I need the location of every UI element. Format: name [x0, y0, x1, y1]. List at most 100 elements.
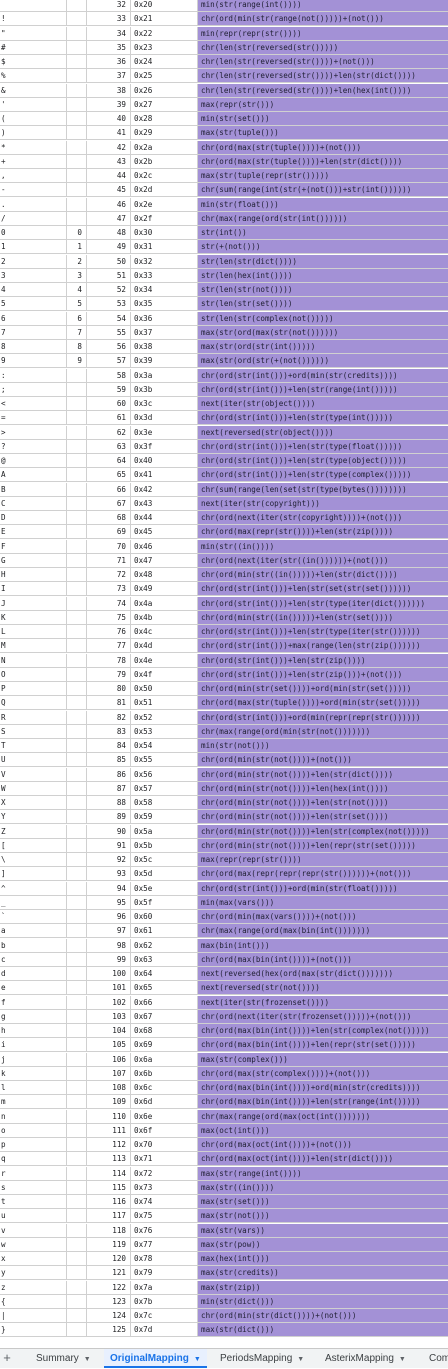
char-cell[interactable]: o — [0, 1124, 67, 1137]
expression-cell[interactable]: next(reversed(hex(ord(max(str(dict()))))… — [198, 967, 448, 980]
char-cell[interactable]: ; — [0, 383, 67, 396]
char-cell[interactable]: p — [0, 1138, 67, 1151]
char-cell[interactable]: q — [0, 1152, 67, 1165]
decimal-cell[interactable]: 61 — [87, 411, 131, 424]
char-cell[interactable]: j — [0, 1053, 67, 1066]
hex-cell[interactable]: 0x38 — [131, 340, 198, 353]
hex-cell[interactable]: 0x63 — [131, 953, 198, 966]
decimal-cell[interactable]: 75 — [87, 611, 131, 624]
hex-cell[interactable]: 0x5b — [131, 839, 198, 852]
char-cell[interactable]: C — [0, 497, 67, 510]
char-cell[interactable]: & — [0, 84, 67, 97]
expression-cell[interactable]: max(str(ord(str(int())))) — [198, 340, 448, 353]
digit-cell[interactable] — [67, 426, 87, 439]
expression-cell[interactable]: next(iter(str(object()))) — [198, 397, 448, 410]
digit-cell[interactable] — [67, 183, 87, 196]
hex-cell[interactable]: 0x3c — [131, 397, 198, 410]
expression-cell[interactable]: max(str(tuple())) — [198, 126, 448, 139]
tab-periodsmapping[interactable]: PeriodsMapping ▼ — [220, 1349, 304, 1368]
expression-cell[interactable]: min(str(not())) — [198, 739, 448, 752]
digit-cell[interactable] — [67, 725, 87, 738]
hex-cell[interactable]: 0x23 — [131, 41, 198, 54]
expression-cell[interactable]: str(int()) — [198, 226, 448, 239]
digit-cell[interactable] — [67, 782, 87, 795]
char-cell[interactable]: ! — [0, 12, 67, 25]
char-cell[interactable]: 7 — [0, 326, 67, 339]
hex-cell[interactable]: 0x2f — [131, 212, 198, 225]
hex-cell[interactable]: 0x58 — [131, 796, 198, 809]
hex-cell[interactable]: 0x77 — [131, 1238, 198, 1251]
expression-cell[interactable]: chr(ord(str(int()))+len(str(zip()))) — [198, 654, 448, 667]
expression-cell[interactable]: max(bin(int())) — [198, 939, 448, 952]
digit-cell[interactable] — [67, 27, 87, 40]
hex-cell[interactable]: 0x57 — [131, 782, 198, 795]
digit-cell[interactable] — [67, 981, 87, 994]
hex-cell[interactable]: 0x5a — [131, 825, 198, 838]
expression-cell[interactable]: chr(ord(str(int()))+len(str(type(float()… — [198, 440, 448, 453]
hex-cell[interactable]: 0x7c — [131, 1309, 198, 1322]
digit-cell[interactable] — [67, 568, 87, 581]
expression-cell[interactable]: max(str(tuple(repr(str())))) — [198, 169, 448, 182]
digit-cell[interactable] — [67, 924, 87, 937]
decimal-cell[interactable]: 50 — [87, 255, 131, 268]
char-cell[interactable]: J — [0, 597, 67, 610]
spreadsheet-grid[interactable]: 32 0x20 min(str(range(int())))! 33 0x21 chr(o… — [0, 0, 448, 1348]
digit-cell[interactable] — [67, 839, 87, 852]
digit-cell[interactable] — [67, 1067, 87, 1080]
decimal-cell[interactable]: 120 — [87, 1252, 131, 1265]
digit-cell[interactable] — [67, 1024, 87, 1037]
hex-cell[interactable]: 0x62 — [131, 939, 198, 952]
digit-cell[interactable] — [67, 383, 87, 396]
digit-cell[interactable]: 8 — [67, 340, 87, 353]
hex-cell[interactable]: 0x24 — [131, 55, 198, 68]
expression-cell[interactable]: min(str((in()))) — [198, 540, 448, 553]
digit-cell[interactable]: 9 — [67, 354, 87, 367]
hex-cell[interactable]: 0x5f — [131, 896, 198, 909]
hex-cell[interactable]: 0x34 — [131, 283, 198, 296]
hex-cell[interactable]: 0x78 — [131, 1252, 198, 1265]
expression-cell[interactable]: max(str(complex())) — [198, 1053, 448, 1066]
digit-cell[interactable] — [67, 1038, 87, 1051]
digit-cell[interactable] — [67, 1010, 87, 1023]
expression-cell[interactable]: next(reversed(str(object()))) — [198, 426, 448, 439]
hex-cell[interactable]: 0x42 — [131, 483, 198, 496]
expression-cell[interactable]: chr(ord(max(str(tuple())))+ord(min(str(s… — [198, 696, 448, 709]
digit-cell[interactable] — [67, 1309, 87, 1322]
hex-cell[interactable]: 0x33 — [131, 269, 198, 282]
hex-cell[interactable]: 0x46 — [131, 540, 198, 553]
hex-cell[interactable]: 0x22 — [131, 27, 198, 40]
char-cell[interactable]: + — [0, 155, 67, 168]
hex-cell[interactable]: 0x29 — [131, 126, 198, 139]
digit-cell[interactable] — [67, 611, 87, 624]
decimal-cell[interactable]: 104 — [87, 1024, 131, 1037]
hex-cell[interactable]: 0x61 — [131, 924, 198, 937]
expression-cell[interactable]: min(repr(repr(str()))) — [198, 27, 448, 40]
char-cell[interactable]: N — [0, 654, 67, 667]
digit-cell[interactable] — [67, 1266, 87, 1279]
digit-cell[interactable] — [67, 1323, 87, 1336]
decimal-cell[interactable]: 118 — [87, 1224, 131, 1237]
char-cell[interactable]: X — [0, 796, 67, 809]
char-cell[interactable]: 4 — [0, 283, 67, 296]
digit-cell[interactable] — [67, 1124, 87, 1137]
expression-cell[interactable]: max(str(range(int()))) — [198, 1167, 448, 1180]
digit-cell[interactable] — [67, 810, 87, 823]
hex-cell[interactable]: 0x47 — [131, 554, 198, 567]
decimal-cell[interactable]: 68 — [87, 511, 131, 524]
char-cell[interactable]: Y — [0, 810, 67, 823]
hex-cell[interactable]: 0x4b — [131, 611, 198, 624]
chevron-down-icon[interactable]: ▼ — [399, 1356, 406, 1363]
expression-cell[interactable]: str(+(not())) — [198, 240, 448, 253]
char-cell[interactable]: s — [0, 1181, 67, 1194]
char-cell[interactable]: v — [0, 1224, 67, 1237]
char-cell[interactable]: = — [0, 411, 67, 424]
char-cell[interactable] — [0, 0, 67, 11]
char-cell[interactable]: 2 — [0, 255, 67, 268]
expression-cell[interactable]: chr(ord(max(bin(int())))+len(str(range(i… — [198, 1095, 448, 1108]
decimal-cell[interactable]: 38 — [87, 84, 131, 97]
hex-cell[interactable]: 0x5d — [131, 867, 198, 880]
expression-cell[interactable]: chr(len(str(reversed(str())))+len(hex(in… — [198, 84, 448, 97]
decimal-cell[interactable]: 124 — [87, 1309, 131, 1322]
expression-cell[interactable]: chr(len(str(reversed(str())))) — [198, 41, 448, 54]
decimal-cell[interactable]: 89 — [87, 810, 131, 823]
